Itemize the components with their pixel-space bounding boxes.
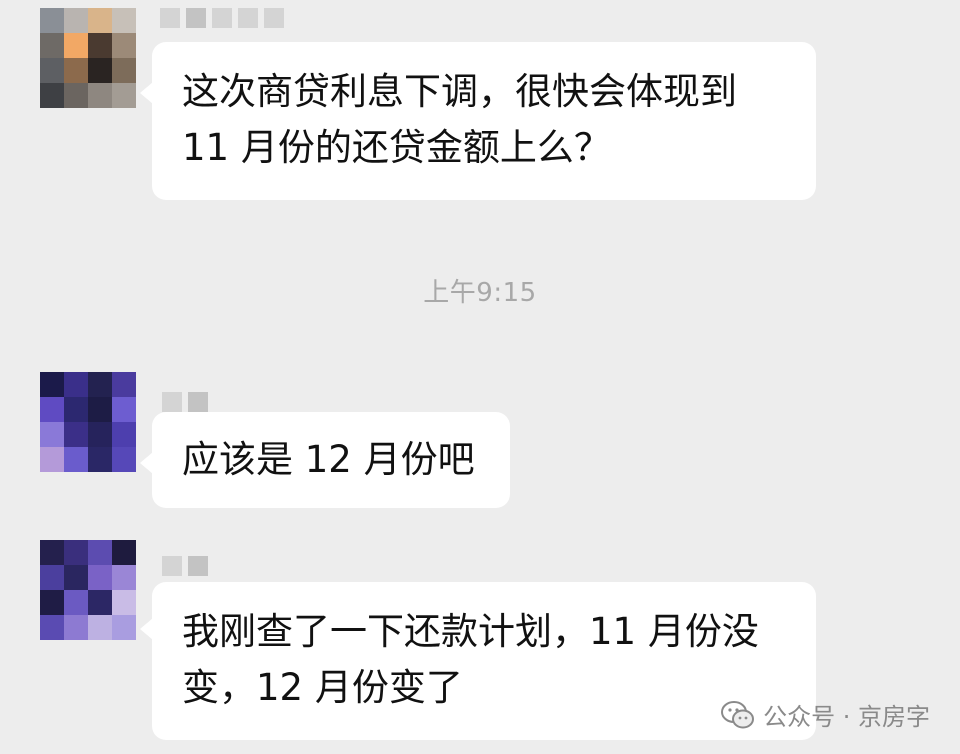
avatar-mosaic-tile <box>40 422 64 447</box>
message-text-line: 这次商贷利息下调，很快会体现到 <box>182 70 737 113</box>
avatar-mosaic-tile <box>40 447 64 472</box>
avatar-mosaic-tile <box>88 58 112 83</box>
avatar-mosaic-tile <box>88 590 112 615</box>
avatar-mosaic-tile <box>88 422 112 447</box>
avatar-mosaic-tile <box>112 372 136 397</box>
avatar-mosaic-tile <box>112 58 136 83</box>
avatar-mosaic-tile <box>64 615 88 640</box>
avatar-mosaic-tile <box>88 615 112 640</box>
sender-name-pixelated <box>162 556 208 576</box>
avatar-mosaic-tile <box>64 422 88 447</box>
watermark: 公众号 · 京房字 <box>721 697 930 732</box>
avatar-mosaic-tile <box>88 33 112 58</box>
avatar-mosaic-tile <box>88 8 112 33</box>
avatar-mosaic-tile <box>112 447 136 472</box>
avatar-mosaic-tile <box>40 565 64 590</box>
avatar-mosaic-tile <box>40 540 64 565</box>
sender-name-pixelated <box>162 392 208 412</box>
avatar-mosaic-tile <box>64 397 88 422</box>
avatar-mosaic-tile <box>40 58 64 83</box>
avatar-mosaic-tile <box>112 565 136 590</box>
avatar-mosaic-tile <box>88 372 112 397</box>
message-text: 应该是 12 月份吧 <box>182 438 475 481</box>
avatar-mosaic-tile <box>64 540 88 565</box>
message-text-line: 变，12 月份变了 <box>182 666 463 709</box>
message-bubble[interactable]: 这次商贷利息下调，很快会体现到 11 月份的还贷金额上么？ <box>140 42 816 200</box>
avatar-mosaic-tile <box>40 8 64 33</box>
avatar-mosaic-tile <box>112 422 136 447</box>
avatar-mosaic-tile <box>112 83 136 108</box>
message-bubble[interactable]: 我刚查了一下还款计划，11 月份没 变，12 月份变了 <box>140 582 816 740</box>
avatar[interactable] <box>40 8 136 108</box>
avatar-mosaic-tile <box>40 397 64 422</box>
avatar-mosaic-tile <box>64 372 88 397</box>
avatar-mosaic-tile <box>112 615 136 640</box>
avatar-mosaic-tile <box>112 397 136 422</box>
avatar-mosaic-tile <box>112 540 136 565</box>
sender-name-pixelated <box>160 8 284 28</box>
avatar-mosaic-tile <box>64 33 88 58</box>
avatar-mosaic-tile <box>88 447 112 472</box>
avatar[interactable] <box>40 372 136 472</box>
watermark-text: 公众号 · 京房字 <box>763 703 930 731</box>
avatar-mosaic-tile <box>64 83 88 108</box>
avatar-mosaic-tile <box>64 565 88 590</box>
avatar-mosaic-tile <box>40 372 64 397</box>
avatar-mosaic-tile <box>64 590 88 615</box>
message-bubble[interactable]: 应该是 12 月份吧 <box>140 412 510 508</box>
avatar-mosaic-tile <box>64 58 88 83</box>
avatar-mosaic-tile <box>88 540 112 565</box>
avatar-mosaic-tile <box>40 615 64 640</box>
avatar-mosaic-tile <box>112 590 136 615</box>
avatar-mosaic-tile <box>64 8 88 33</box>
avatar-mosaic-tile <box>40 83 64 108</box>
avatar-mosaic-tile <box>112 33 136 58</box>
avatar-mosaic-tile <box>64 447 88 472</box>
message-text-line: 我刚查了一下还款计划，11 月份没 <box>182 610 759 653</box>
avatar-mosaic-tile <box>88 397 112 422</box>
timestamp: 上午9:15 <box>423 278 537 308</box>
avatar-mosaic-tile <box>112 8 136 33</box>
avatar-mosaic-tile <box>88 565 112 590</box>
wechat-icon <box>721 700 755 728</box>
avatar-mosaic-tile <box>88 83 112 108</box>
avatar-mosaic-tile <box>40 590 64 615</box>
avatar-mosaic-tile <box>40 33 64 58</box>
avatar[interactable] <box>40 540 136 640</box>
message-text-line: 11 月份的还贷金额上么？ <box>182 126 611 169</box>
